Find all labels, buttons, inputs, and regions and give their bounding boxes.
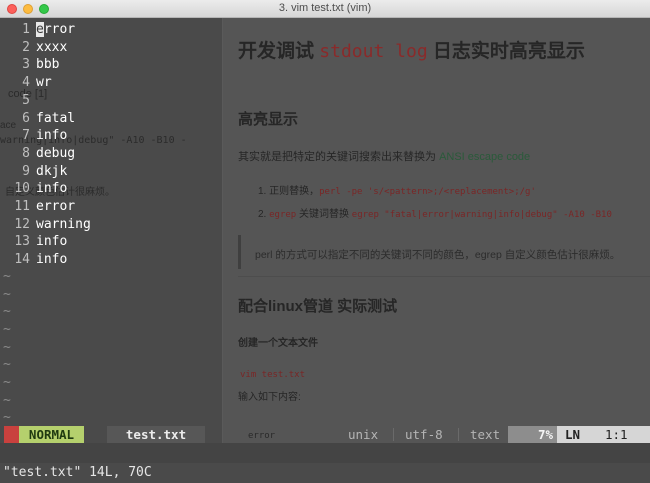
line-text: fatal bbox=[36, 110, 76, 126]
buffer-line[interactable]: 4 wr bbox=[0, 74, 650, 92]
background-inline-code: vim test.txt bbox=[240, 370, 306, 380]
background-paragraph: 输入如下内容: bbox=[238, 392, 301, 403]
statusline-separator bbox=[393, 428, 394, 441]
statusline-separator bbox=[458, 428, 459, 441]
empty-line-tilde: ~ bbox=[3, 375, 11, 390]
line-number: 1 bbox=[22, 22, 30, 37]
buffer-line[interactable]: 1 error bbox=[0, 21, 650, 39]
statusline-encoding: utf-8 bbox=[405, 427, 443, 442]
buffer-line[interactable]: 3 bbb bbox=[0, 56, 650, 74]
buffer-line[interactable]: 7 info bbox=[0, 127, 650, 145]
empty-line-tilde: ~ bbox=[3, 339, 11, 355]
line-number: 14 bbox=[14, 252, 30, 268]
line-number: 9 bbox=[22, 163, 30, 179]
line-number: 11 bbox=[14, 199, 30, 214]
vim-statusline: NORMAL test.txt unix utf-8 text 7% LN 1:… bbox=[0, 426, 650, 443]
line-text: info bbox=[36, 128, 68, 144]
statusline-ln-label: LN bbox=[565, 427, 581, 442]
line-number: 7 bbox=[22, 128, 30, 144]
buffer-line[interactable]: 12 warning bbox=[0, 216, 650, 234]
line-number: 12 bbox=[14, 216, 30, 232]
statusline-percent: 7% bbox=[508, 426, 557, 443]
statusline-filetype: text bbox=[470, 427, 501, 442]
empty-line-tilde: ~ bbox=[3, 410, 11, 426]
line-number: 5 bbox=[22, 92, 30, 108]
background-paragraph: 创建一个文本文件 bbox=[238, 338, 318, 349]
line-text: error bbox=[36, 21, 75, 39]
background-divider-line bbox=[238, 276, 650, 277]
line-text: bbb bbox=[36, 57, 60, 73]
line-text: xxxx bbox=[36, 39, 68, 55]
line-number: 10 bbox=[14, 181, 30, 197]
window-titlebar: 3. vim test.txt (vim) bbox=[0, 0, 650, 18]
empty-line-tilde: ~ bbox=[3, 304, 11, 320]
line-text: dkjk bbox=[36, 163, 68, 179]
buffer-line[interactable]: 14 info bbox=[0, 251, 650, 269]
empty-line-tilde: ~ bbox=[3, 268, 11, 284]
mode-indicator: NORMAL bbox=[19, 426, 84, 443]
statusline-red-segment bbox=[4, 426, 19, 443]
window-title: 3. vim test.txt (vim) bbox=[278, 2, 372, 14]
background-section-heading: 配合linux管道 实际测试 bbox=[238, 298, 398, 315]
statusline-cursor-position: 1:1 bbox=[605, 427, 628, 442]
line-number: 2 bbox=[22, 39, 30, 55]
line-number: 13 bbox=[14, 234, 30, 250]
buffer-line[interactable]: 11 error bbox=[0, 198, 650, 216]
statusline-fileformat: unix bbox=[348, 427, 379, 442]
line-text: info bbox=[36, 181, 68, 197]
buffer-line[interactable]: 8 debug bbox=[0, 145, 650, 163]
line-text: info bbox=[36, 234, 68, 250]
statusline-position: LN 1:1 bbox=[557, 426, 650, 443]
line-text: debug bbox=[36, 145, 76, 161]
line-text: wr bbox=[36, 75, 52, 91]
vim-command-line[interactable]: "test.txt" 14L, 70C bbox=[0, 443, 650, 480]
buffer-line[interactable]: 2 xxxx bbox=[0, 39, 650, 57]
empty-line-tilde: ~ bbox=[3, 286, 11, 302]
buffer-line[interactable]: 9 dkjk bbox=[0, 163, 650, 181]
empty-line-tilde: ~ bbox=[3, 357, 11, 373]
line-text-rest: rror bbox=[43, 22, 76, 37]
command-line-message: "test.txt" 14L, 70C bbox=[3, 465, 152, 480]
line-text: warning bbox=[36, 216, 91, 232]
cursor: e bbox=[36, 22, 44, 37]
empty-line-tilde: ~ bbox=[3, 392, 11, 408]
buffer-line[interactable]: 6 fatal bbox=[0, 110, 650, 128]
line-number: 3 bbox=[22, 57, 30, 73]
line-number: 8 bbox=[22, 145, 30, 161]
statusline-filename: test.txt bbox=[107, 426, 205, 443]
line-text: info bbox=[36, 252, 68, 268]
line-text: error bbox=[36, 199, 76, 214]
buffer-line[interactable]: 13 info bbox=[0, 233, 650, 251]
empty-line-tilde: ~ bbox=[3, 321, 11, 337]
line-number: 6 bbox=[22, 110, 30, 126]
buffer-line[interactable]: 10 info bbox=[0, 180, 650, 198]
buffer-line[interactable]: 5 bbox=[0, 92, 650, 110]
line-number: 4 bbox=[22, 75, 30, 91]
